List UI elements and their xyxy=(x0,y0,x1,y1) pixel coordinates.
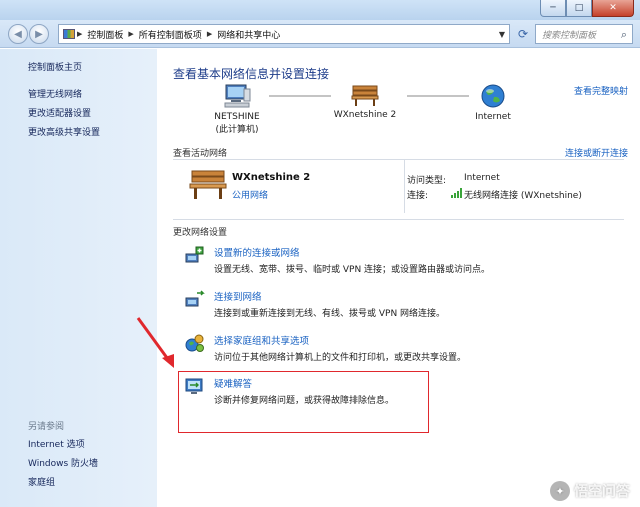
connection-link[interactable]: 无线网络连接 (WXnetshine) xyxy=(464,188,582,201)
access-type-label: 访问类型: xyxy=(407,176,447,186)
breadcrumb-control-panel[interactable]: 控制面板 xyxy=(82,28,128,41)
refresh-button[interactable]: ⟳ xyxy=(514,24,532,44)
sidebar-item-advanced-sharing[interactable]: 更改高级共享设置 xyxy=(28,125,100,138)
map-node-computer-sub: (此计算机) xyxy=(215,125,259,135)
network-name: WXnetshine 2 xyxy=(232,172,311,183)
chevron-down-icon[interactable]: ▼ xyxy=(499,30,505,39)
access-type-value: Internet xyxy=(464,173,500,183)
search-icon[interactable]: ⌕ xyxy=(621,28,627,42)
watermark: ✦ 悟空问答 xyxy=(550,481,630,501)
watermark-text: 悟空问答 xyxy=(574,484,630,500)
map-node-network-name: WXnetshine 2 xyxy=(333,110,397,120)
task-description: 访问位于其他网络计算机上的文件和打印机，或更改共享设置。 xyxy=(214,353,467,363)
window-controls: ─ □ ✕ xyxy=(540,0,634,17)
control-panel-icon xyxy=(63,29,75,39)
sidebar: 控制面板主页 管理无线网络 更改适配器设置 更改高级共享设置 另请参阅 Inte… xyxy=(0,49,157,507)
task-title[interactable]: 选择家庭组和共享选项 xyxy=(214,333,309,347)
maximize-button[interactable]: □ xyxy=(566,0,592,17)
breadcrumb[interactable]: ▶ 控制面板 ▶ 所有控制面板项 ▶ 网络和共享中心 ▼ xyxy=(58,24,510,44)
see-also-label: 另请参阅 xyxy=(28,422,65,432)
main-content: 查看基本网络信息并设置连接 查看完整映射 NETSHINE (此计算机) WXn… xyxy=(157,49,640,507)
network-setup-icon xyxy=(185,246,204,263)
breadcrumb-all-items[interactable]: 所有控制面板项 xyxy=(134,28,207,41)
task-description: 设置无线、宽带、拨号、临时或 VPN 连接；或设置路由器或访问点。 xyxy=(214,265,491,275)
network-connect-icon xyxy=(185,290,205,307)
network-type-link[interactable]: 公用网络 xyxy=(232,188,268,201)
divider xyxy=(404,159,405,213)
wifi-signal-icon xyxy=(451,188,462,198)
address-toolbar: ◀ ▶ ▶ 控制面板 ▶ 所有控制面板项 ▶ 网络和共享中心 ▼ ⟳ 搜索控制面… xyxy=(0,20,640,48)
task-description: 连接到或重新连接到无线、有线、拨号或 VPN 网络连接。 xyxy=(214,309,446,319)
task-title[interactable]: 连接到网络 xyxy=(214,289,262,303)
bench-icon xyxy=(189,170,227,199)
map-node-internet-name: Internet xyxy=(475,112,511,122)
task-title[interactable]: 设置新的连接或网络 xyxy=(214,245,300,259)
forward-button[interactable]: ▶ xyxy=(29,24,49,44)
close-button[interactable]: ✕ xyxy=(592,0,634,17)
annotation-highlight-box xyxy=(178,371,429,433)
back-button[interactable]: ◀ xyxy=(8,24,28,44)
annotation-arrow-icon xyxy=(136,317,174,368)
globe-icon xyxy=(481,84,505,108)
connection-line xyxy=(269,95,331,97)
sidebar-item-homegroup[interactable]: 家庭组 xyxy=(28,475,55,488)
computer-icon xyxy=(224,84,251,108)
map-node-computer-name: NETSHINE xyxy=(214,112,260,122)
search-placeholder: 搜索控制面板 xyxy=(542,30,597,41)
sidebar-item-manage-wireless[interactable]: 管理无线网络 xyxy=(28,87,82,100)
breadcrumb-network-center[interactable]: 网络和共享中心 xyxy=(212,28,285,41)
map-node-network[interactable]: WXnetshine 2 xyxy=(327,83,403,120)
sidebar-item-internet-options[interactable]: Internet 选项 xyxy=(28,437,85,450)
refresh-icon: ⟳ xyxy=(517,27,529,41)
page-title: 查看基本网络信息并设置连接 xyxy=(173,67,330,81)
view-full-map-link[interactable]: 查看完整映射 xyxy=(574,84,628,97)
connection-line xyxy=(407,95,469,97)
divider xyxy=(173,219,624,220)
arrow-right-icon: ▶ xyxy=(35,28,43,40)
chat-bubble-icon: ✦ xyxy=(550,481,570,501)
bench-icon xyxy=(351,85,379,106)
active-networks-title: 查看活动网络 xyxy=(173,149,228,159)
title-bar: ─ □ ✕ xyxy=(0,0,640,20)
task-homegroup-sharing[interactable]: 选择家庭组和共享选项 访问位于其他网络计算机上的文件和打印机，或更改共享设置。 xyxy=(185,333,625,365)
task-connect-network[interactable]: 连接到网络 连接到或重新连接到无线、有线、拨号或 VPN 网络连接。 xyxy=(185,289,625,321)
sidebar-item-home[interactable]: 控制面板主页 xyxy=(28,60,82,73)
connect-disconnect-link[interactable]: 连接或断开连接 xyxy=(565,146,628,159)
map-node-internet[interactable]: Internet xyxy=(465,83,521,122)
connections-label: 连接: xyxy=(407,191,429,201)
minimize-button[interactable]: ─ xyxy=(540,0,566,17)
arrow-left-icon: ◀ xyxy=(14,28,22,40)
map-node-computer[interactable]: NETSHINE (此计算机) xyxy=(209,83,265,135)
divider xyxy=(173,159,624,160)
sidebar-item-firewall[interactable]: Windows 防火墙 xyxy=(28,456,98,469)
task-setup-connection[interactable]: 设置新的连接或网络 设置无线、宽带、拨号、临时或 VPN 连接；或设置路由器或访… xyxy=(185,245,625,277)
change-settings-title: 更改网络设置 xyxy=(173,228,228,238)
sidebar-item-adapter-settings[interactable]: 更改适配器设置 xyxy=(28,106,91,119)
search-input[interactable]: 搜索控制面板 ⌕ xyxy=(535,24,633,44)
homegroup-icon xyxy=(185,334,204,352)
